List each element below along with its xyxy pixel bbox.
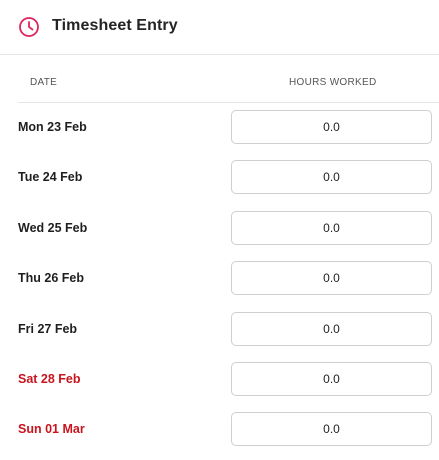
hours-input[interactable] [231,110,432,144]
page-title: Timesheet Entry [52,17,178,34]
table-row: Tue 24 Feb [0,154,439,204]
table-row: Thu 26 Feb [0,255,439,305]
timesheet-rows: Mon 23 Feb Tue 24 Feb Wed 25 Feb Thu 26 … [0,104,439,457]
table-row: Wed 25 Feb [0,205,439,255]
column-header-hours: HOURS WORKED [289,77,377,88]
table-row: Mon 23 Feb [0,104,439,154]
table-header: DATE HOURS WORKED [18,56,439,103]
column-header-date: DATE [30,77,58,88]
table-row: Sat 28 Feb [0,356,439,406]
row-date-label-weekend: Sun 01 Mar [18,422,85,437]
hours-input[interactable] [231,210,432,245]
table-row: Sun 01 Mar [0,406,439,456]
hours-input[interactable] [231,412,432,447]
row-date-label: Fri 27 Feb [18,321,78,336]
row-date-label-weekend: Sat 28 Feb [18,371,81,386]
row-date-label: Thu 26 Feb [18,271,84,286]
row-date-label: Mon 23 Feb [18,120,87,134]
hours-input[interactable] [231,160,432,195]
table-row: Fri 27 Feb [0,306,439,356]
hours-input[interactable] [231,361,432,396]
panel-header: Timesheet Entry [0,0,439,55]
clock-icon [19,17,39,37]
hours-input[interactable] [231,311,432,346]
hours-input[interactable] [231,261,432,296]
row-date-label: Tue 24 Feb [18,170,83,185]
row-date-label: Wed 25 Feb [18,220,88,235]
timesheet-panel: Timesheet Entry DATE HOURS WORKED Mon 23… [0,0,439,460]
